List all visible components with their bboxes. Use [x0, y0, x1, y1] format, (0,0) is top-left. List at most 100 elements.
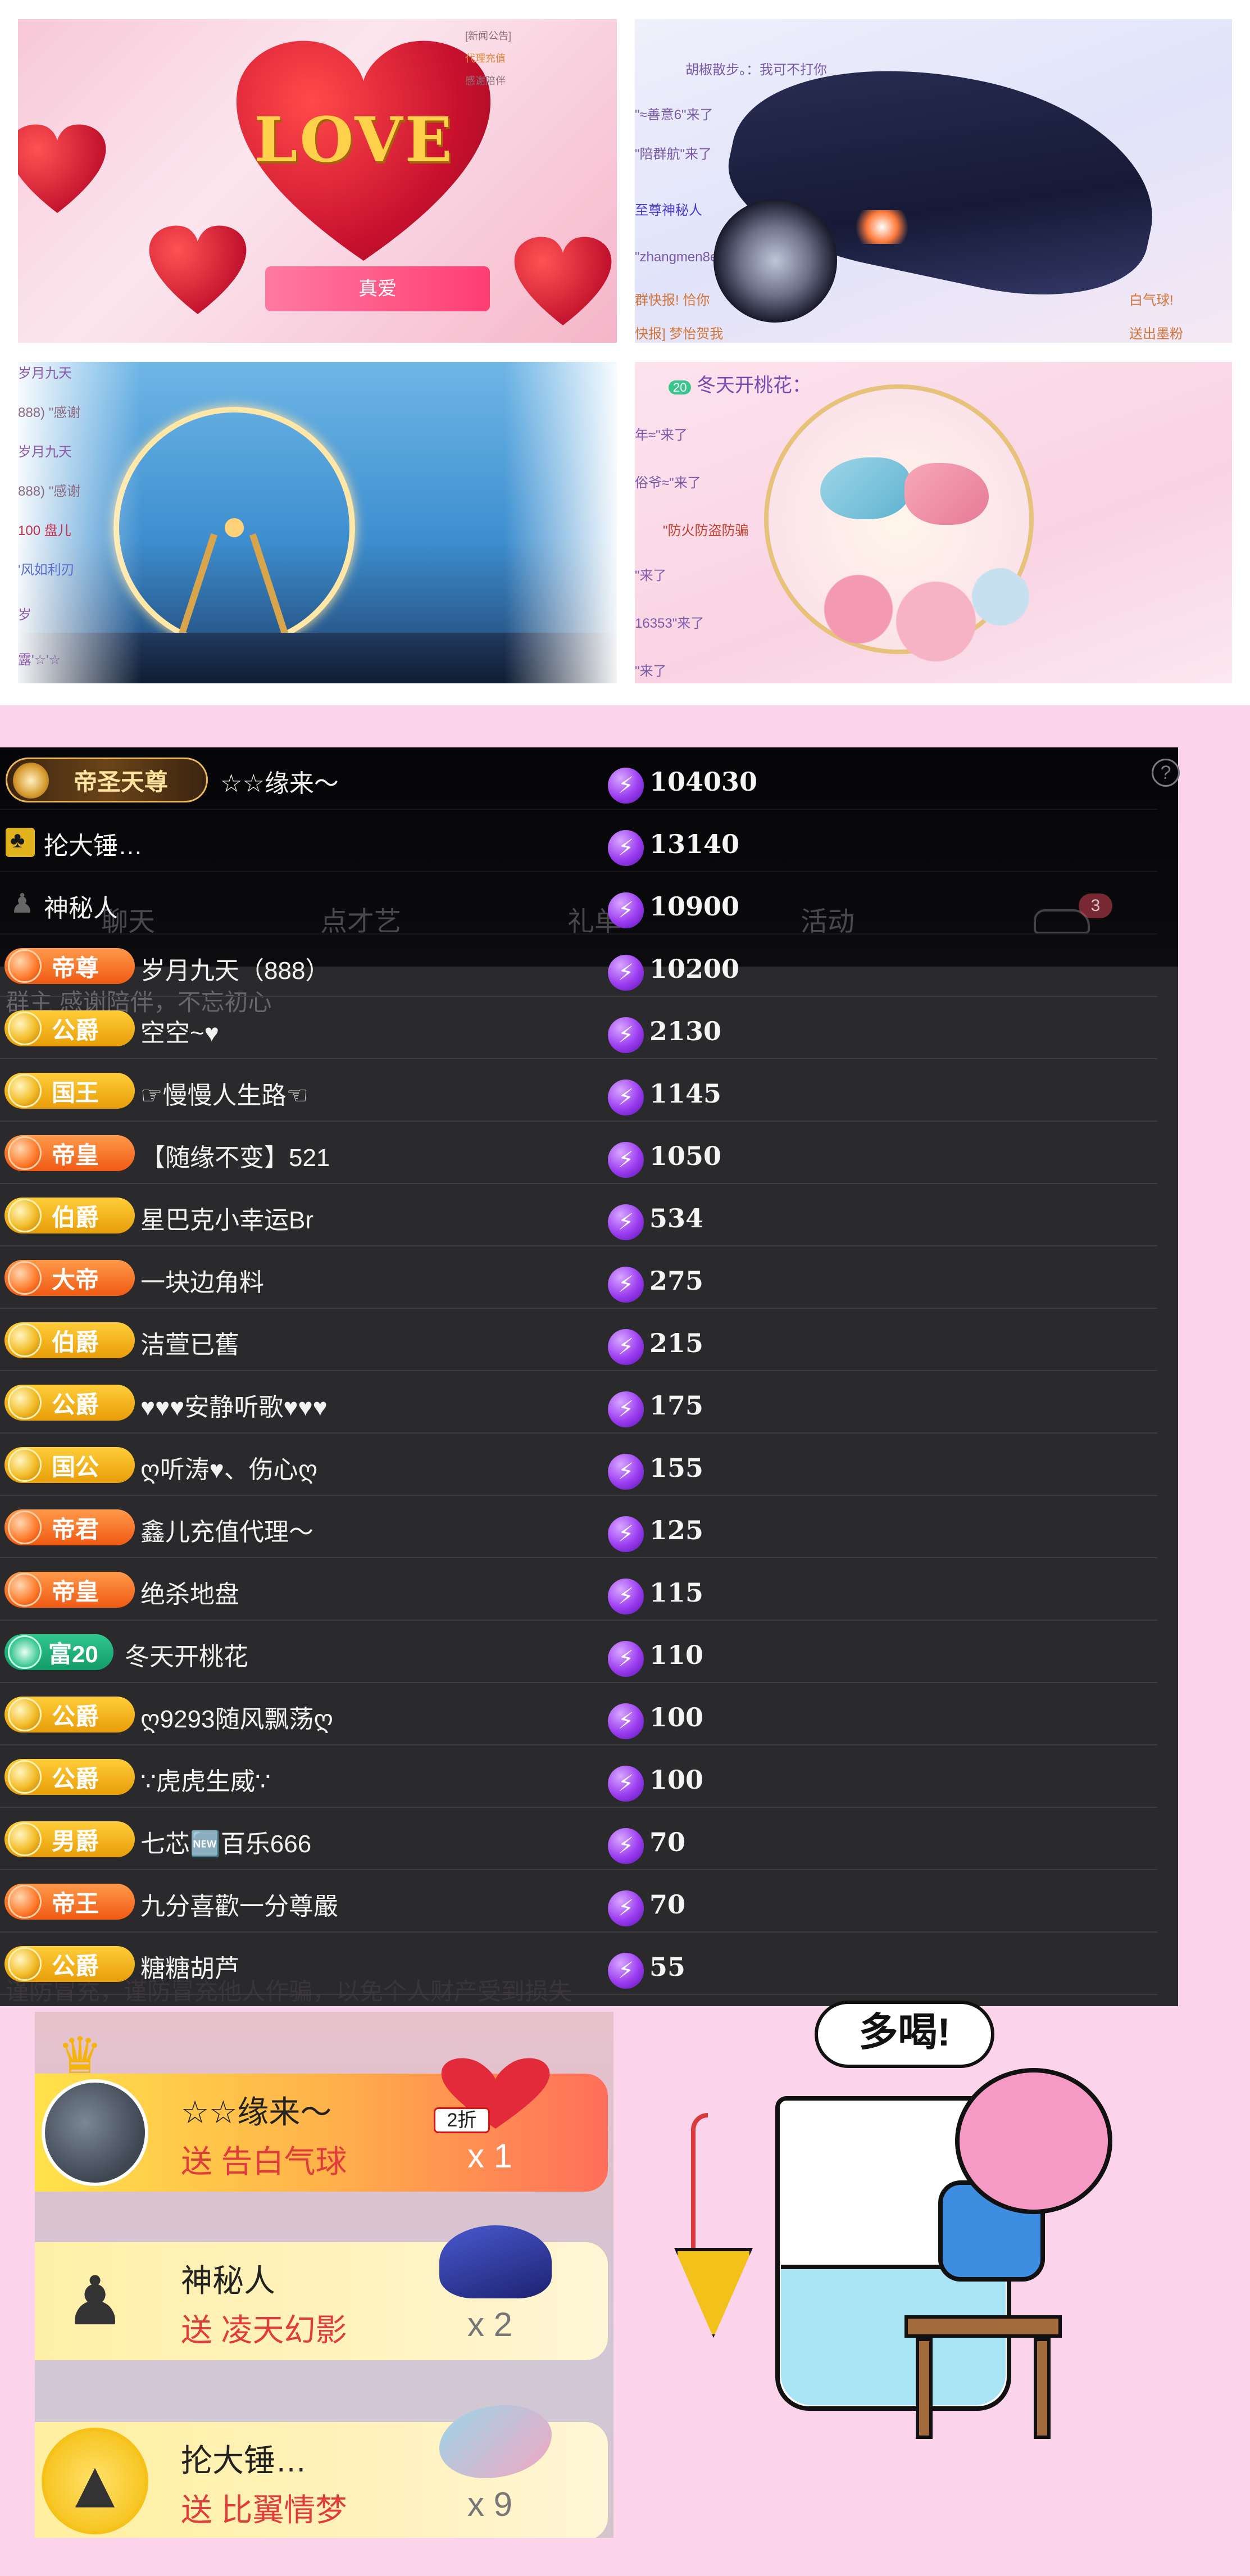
chat-line: "zhangmen8e": [635, 250, 722, 265]
medal-icon: [8, 1698, 42, 1731]
lightning-coin-icon: ⚡: [608, 1766, 644, 1802]
lightning-coin-icon: ⚡: [608, 1454, 644, 1490]
love-birds-icon: [439, 2405, 552, 2478]
level-badge-label: 公爵: [52, 1765, 99, 1792]
user-name[interactable]: 冬天开桃花: [125, 1636, 248, 1672]
level-badge-label: 公爵: [52, 1703, 99, 1730]
chat-line: 岁: [18, 607, 31, 623]
chat-line: 100 盘儿: [18, 523, 71, 538]
user-name[interactable]: 神秘人: [44, 888, 118, 924]
level-badge-label: 伯爵: [52, 1204, 99, 1231]
contribution-score: 70: [649, 1889, 686, 1920]
contribution-score: 100: [649, 1702, 704, 1733]
medal-icon: [8, 1448, 42, 1482]
level-badge-label: 帝圣天尊: [73, 768, 168, 795]
level-badge-label: 帝尊: [52, 954, 99, 981]
medal-icon: [8, 1012, 42, 1045]
gift-sender: 神秘人: [181, 2263, 275, 2298]
ranking-row[interactable]: 神秘人 ⚡10900: [0, 872, 1157, 935]
user-name[interactable]: 糖糖胡芦: [140, 1948, 239, 1984]
lightning-coin-icon: ⚡: [608, 1017, 644, 1053]
ranking-row[interactable]: 帝圣天尊 ☆☆缘来～ ⚡ 104030: [0, 747, 1157, 810]
user-name[interactable]: 抡大锤…: [44, 826, 143, 861]
lightning-coin-icon: ⚡: [608, 1080, 644, 1115]
chat-line: 888) "感谢: [18, 405, 81, 420]
announcement-lines: [新闻公告] 代理充值 感谢陪伴: [465, 30, 512, 87]
contribution-score: 70: [649, 1827, 686, 1857]
ranking-row[interactable]: 男爵 七芯🆕百乐666 ⚡ 70: [0, 1808, 1157, 1870]
gift-action: 送 凌天幻影: [181, 2312, 347, 2348]
ranking-row[interactable]: 帝君 鑫儿充值代理～ ⚡ 125: [0, 1496, 1157, 1558]
ranking-row[interactable]: 公爵 糖糖胡芦 ⚡ 55: [0, 1933, 1157, 1995]
user-name[interactable]: 空空~♥: [140, 1013, 219, 1049]
user-name[interactable]: 【随缘不变】521: [140, 1137, 330, 1173]
contribution-score: 1050: [649, 1141, 722, 1171]
medal-icon: [8, 1635, 42, 1669]
ranking-row[interactable]: 帝皇 绝杀地盘 ⚡ 115: [0, 1558, 1157, 1621]
user-name[interactable]: 岁月九天（888）: [140, 950, 330, 986]
chat-line: 16353"来了: [635, 616, 704, 631]
gift-action: 送 比翼情梦: [181, 2492, 347, 2528]
contribution-score: 10900: [649, 891, 740, 922]
love-badge: 真爱: [265, 266, 490, 311]
user-name[interactable]: 洁萱已舊: [140, 1325, 239, 1360]
ranking-row[interactable]: 抡大锤… ⚡13140: [0, 810, 1157, 872]
user-name[interactable]: ღ9293随风飘荡ღ: [140, 1699, 333, 1735]
fade-overlay: [504, 362, 617, 683]
user-name[interactable]: 九分喜歡一分尊嚴: [140, 1886, 338, 1922]
level-badge: 帝皇: [4, 1135, 135, 1171]
gift-notifications: ♛ ☆☆缘来～ 送 告白气球 2折 x 1 ♟ 神秘人 送 凌天幻影 x 2 ▲…: [35, 2012, 613, 2538]
level-badge-label: 伯爵: [52, 1328, 99, 1355]
ranking-row[interactable]: 帝王 九分喜歡一分尊嚴 ⚡ 70: [0, 1870, 1157, 1933]
user-name[interactable]: 星巴克小幸运Br: [140, 1200, 313, 1236]
user-name[interactable]: 一块边角料: [140, 1262, 264, 1298]
medal-icon: [8, 1386, 42, 1419]
ranking-row[interactable]: 帝皇 【随缘不变】521 ⚡ 1050: [0, 1122, 1157, 1184]
ranking-row[interactable]: 富20 冬天开桃花 ⚡ 110: [0, 1621, 1157, 1683]
user-name[interactable]: 绝杀地盘: [140, 1574, 239, 1610]
contribution-score: 275: [649, 1266, 704, 1296]
ranking-row[interactable]: 大帝 一块边角料 ⚡ 275: [0, 1246, 1157, 1309]
gift-notification: ♛ ☆☆缘来～ 送 告白气球 2折 x 1: [35, 2028, 608, 2192]
user-name[interactable]: ღ听涛♥、伤心ღ: [140, 1449, 317, 1485]
lightning-coin-icon: ⚡: [608, 1391, 644, 1427]
level-badge-label: 男爵: [52, 1827, 99, 1854]
ranking-row[interactable]: 国王 ☞慢慢人生路☜ ⚡ 1145: [0, 1059, 1157, 1122]
user-name[interactable]: ∵虎虎生威∵: [140, 1761, 271, 1797]
contribution-score: 534: [649, 1203, 704, 1233]
lightning-coin-icon: ⚡: [608, 1828, 644, 1864]
medal-icon: [8, 949, 42, 983]
chat-line: "防火防盗防骗: [663, 523, 749, 538]
chat-line: 888) "感谢: [18, 484, 81, 499]
ranking-row[interactable]: 公爵 ♥♥♥安静听歌♥♥♥ ⚡ 175: [0, 1371, 1157, 1434]
ranking-row[interactable]: 公爵 空空~♥ ⚡ 2130: [0, 997, 1157, 1059]
ranking-row[interactable]: 国公 ღ听涛♥、伤心ღ ⚡ 155: [0, 1434, 1157, 1496]
ranking-row[interactable]: 帝尊 岁月九天（888） ⚡ 10200: [0, 935, 1157, 997]
love-banner: LOVE: [254, 103, 454, 176]
lightning-coin-icon: ⚡: [608, 1703, 644, 1739]
chat-line: 岁月九天: [18, 366, 72, 381]
chat-line: 快报] 梦怡贺我: [635, 326, 724, 342]
contribution-score: 115: [649, 1577, 704, 1608]
chat-line: 20 冬天开桃花：: [669, 370, 811, 397]
level-badge: 20: [669, 380, 692, 394]
user-name[interactable]: ☞慢慢人生路☜: [140, 1075, 308, 1111]
ranking-row[interactable]: 伯爵 星巴克小幸运Br ⚡ 534: [0, 1184, 1157, 1246]
ranking-row[interactable]: 伯爵 洁萱已舊 ⚡ 215: [0, 1309, 1157, 1371]
ranking-row[interactable]: 公爵 ∵虎虎生威∵ ⚡ 100: [0, 1745, 1157, 1808]
stool-leg: [916, 2338, 933, 2439]
user-name[interactable]: 七芯🆕百乐666: [140, 1824, 311, 1860]
chat-line: 胡椒散步。：我可不打你: [685, 62, 827, 78]
chat-line: "来了: [635, 568, 667, 583]
heart-decoration: [18, 120, 108, 216]
gift-action: 送 告白气球: [181, 2144, 347, 2179]
chat-line: 露'☆'☆: [18, 652, 61, 668]
car-gift-animation: 胡椒散步。：我可不打你 "≈善意6"来了 "陪群航"来了 至尊神秘人 "zhan…: [635, 19, 1232, 343]
chat-line: 年≈"来了: [635, 428, 688, 443]
level-badge-label: 公爵: [52, 1391, 99, 1418]
user-name[interactable]: ☆☆缘来～: [220, 763, 339, 799]
ranking-list: 帝圣天尊☆☆缘来～⚡104030抡大锤…⚡13140神秘人⚡10900帝尊岁月九…: [0, 747, 1157, 1995]
user-name[interactable]: 鑫儿充值代理～: [140, 1512, 313, 1548]
ranking-row[interactable]: 公爵 ღ9293随风飘荡ღ ⚡ 100: [0, 1683, 1157, 1745]
user-name[interactable]: ♥♥♥安静听歌♥♥♥: [140, 1387, 328, 1423]
